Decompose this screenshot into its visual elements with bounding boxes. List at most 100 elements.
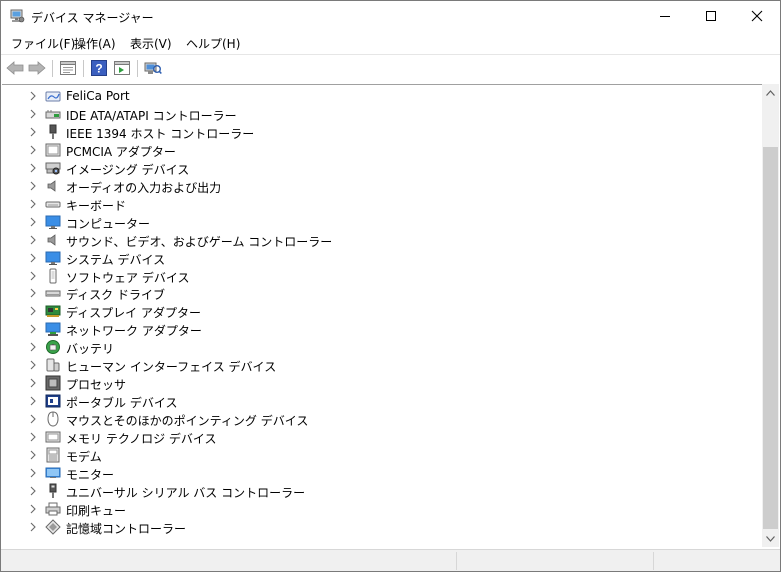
tree-item-label: コンピューター — [66, 216, 151, 231]
chevron-right-icon[interactable] — [28, 503, 38, 515]
chevron-right-icon[interactable] — [28, 395, 38, 407]
scan-hardware-button[interactable] — [143, 58, 163, 78]
system-device-icon — [45, 251, 61, 265]
tree-item[interactable]: IEEE 1394 ホスト コントローラー — [2, 123, 742, 141]
tree-item-label: メモリ テクノロジ デバイス — [66, 432, 217, 447]
maximize-button[interactable] — [688, 1, 734, 31]
chevron-right-icon[interactable] — [28, 252, 38, 264]
tree-item-label: バッテリ — [66, 342, 115, 357]
tree-item[interactable]: ポータブル デバイス — [2, 392, 742, 410]
tree-item[interactable]: オーディオの入力および出力 — [2, 177, 742, 195]
mouse-icon — [47, 411, 59, 427]
chevron-right-icon[interactable] — [28, 521, 38, 533]
tree-item[interactable]: バッテリ — [2, 338, 742, 356]
tree-item-label: モデム — [66, 450, 102, 464]
back-button[interactable] — [5, 58, 25, 78]
show-hidden-button[interactable] — [112, 58, 132, 78]
tree-item-label: ディスク ドライブ — [66, 288, 165, 303]
minimize-icon — [660, 16, 670, 17]
software-device-icon — [49, 268, 57, 283]
processor-icon — [45, 375, 61, 391]
chevron-right-icon[interactable] — [28, 341, 38, 353]
keyboard-icon — [45, 201, 61, 208]
minimize-button[interactable] — [642, 1, 688, 31]
tree-item[interactable]: ユニバーサル シリアル バス コントローラー — [2, 482, 742, 500]
chevron-right-icon[interactable] — [28, 449, 38, 461]
menu-file[interactable]: ファイル(F) — [11, 35, 75, 52]
tree-item[interactable]: ネットワーク アダプター — [2, 320, 742, 338]
tree-item[interactable]: システム デバイス — [2, 249, 742, 267]
tree-item[interactable]: ディスプレイ アダプター — [2, 302, 742, 320]
chevron-right-icon[interactable] — [28, 377, 38, 389]
device-tree[interactable]: FeliCa Port IDE ATA/ATAPI コントローラー IEEE 139… — [2, 84, 762, 547]
scan-hardware-icon — [144, 62, 162, 75]
window-title: デバイス マネージャー — [31, 11, 154, 25]
title-bar[interactable]: デバイス マネージャー — [1, 1, 780, 31]
menu-view[interactable]: 表示(V) — [130, 35, 172, 52]
chevron-right-icon[interactable] — [28, 180, 38, 192]
ide-controller-icon — [45, 109, 61, 119]
tree-item[interactable]: モニター — [2, 464, 742, 482]
chevron-right-icon[interactable] — [28, 287, 38, 299]
usb-icon — [49, 483, 57, 498]
tree-item[interactable]: 記憶域コントローラー — [2, 518, 742, 536]
scroll-down-button[interactable] — [762, 530, 779, 547]
disk-drive-icon — [45, 290, 61, 297]
chevron-right-icon[interactable] — [28, 216, 38, 228]
tree-item[interactable]: PCMCIA アダプター — [2, 141, 742, 159]
chevron-right-icon[interactable] — [28, 467, 38, 479]
chevron-right-icon[interactable] — [28, 198, 38, 210]
tree-item-label: モニター — [66, 467, 115, 482]
chevron-right-icon[interactable] — [28, 90, 38, 102]
menu-action[interactable]: 操作(A) — [74, 35, 116, 52]
tree-item[interactable]: ディスク ドライブ — [2, 284, 742, 302]
chevron-right-icon[interactable] — [28, 108, 38, 120]
chevron-right-icon[interactable] — [28, 485, 38, 497]
help-icon: ? — [91, 60, 107, 76]
tree-item-label: システム デバイス — [66, 252, 166, 267]
vertical-scrollbar[interactable] — [762, 84, 779, 547]
tree-item[interactable]: モデム — [2, 446, 742, 464]
chevron-right-icon[interactable] — [28, 413, 38, 425]
help-button[interactable]: ? — [89, 58, 109, 78]
tree-item[interactable]: サウンド、ビデオ、およびゲーム コントローラー — [2, 231, 742, 249]
device-manager-icon — [10, 9, 25, 23]
forward-button[interactable] — [27, 58, 47, 78]
device-manager-window: デバイス マネージャー ファイル(F) 操作(A) 表示(V) ヘルプ(H) ?… — [0, 0, 781, 572]
chevron-right-icon[interactable] — [28, 270, 38, 282]
chevron-right-icon[interactable] — [28, 126, 38, 138]
chevron-right-icon[interactable] — [28, 144, 38, 156]
tree-item-label: ディスプレイ アダプター — [66, 306, 201, 321]
scroll-thumb[interactable] — [763, 147, 778, 529]
tree-item[interactable]: ヒューマン インターフェイス デバイス — [2, 356, 742, 374]
toolbar-separator — [52, 60, 53, 77]
menu-help[interactable]: ヘルプ(H) — [186, 35, 240, 52]
tree-item[interactable]: FeliCa Port — [2, 87, 742, 105]
tree-item[interactable]: コンピューター — [2, 213, 742, 231]
chevron-right-icon[interactable] — [28, 359, 38, 371]
tree-item[interactable]: プロセッサ — [2, 374, 742, 392]
scroll-up-button[interactable] — [762, 84, 779, 101]
chevron-right-icon[interactable] — [28, 234, 38, 246]
tree-item[interactable]: マウスとそのほかのポインティング デバイス — [2, 410, 742, 428]
tree-item[interactable]: キーボード — [2, 195, 742, 213]
chevron-right-icon[interactable] — [28, 431, 38, 443]
tree-item[interactable]: 印刷キュー — [2, 500, 742, 518]
status-pane — [653, 552, 780, 570]
status-pane — [456, 552, 653, 570]
properties-icon — [60, 61, 76, 75]
chevron-right-icon[interactable] — [28, 323, 38, 335]
chevron-right-icon[interactable] — [28, 162, 38, 174]
hid-icon — [46, 358, 60, 372]
modem-icon — [46, 447, 60, 463]
close-button[interactable] — [734, 1, 780, 31]
chevron-down-icon — [766, 535, 775, 542]
tree-item[interactable]: IDE ATA/ATAPI コントローラー — [2, 105, 742, 123]
tree-item-label: マウスとそのほかのポインティング デバイス — [66, 414, 309, 429]
tree-item[interactable]: ソフトウェア デバイス — [2, 267, 742, 285]
tree-item[interactable]: メモリ テクノロジ デバイス — [2, 428, 742, 446]
chevron-right-icon[interactable] — [28, 305, 38, 317]
tree-item-label: プロセッサ — [66, 378, 127, 393]
properties-button[interactable] — [58, 58, 78, 78]
tree-item[interactable]: イメージング デバイス — [2, 159, 742, 177]
